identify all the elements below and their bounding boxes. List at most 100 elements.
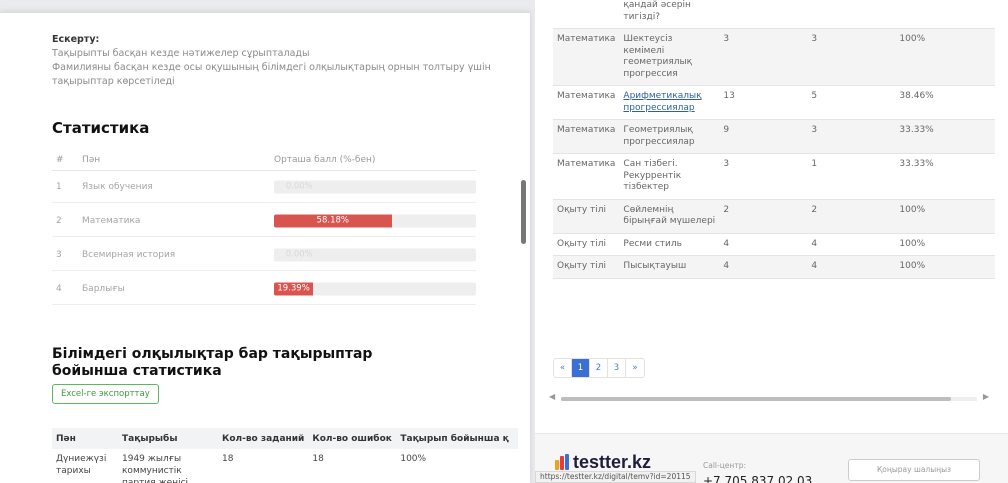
stats-header-subject: Пән [82,154,101,165]
call-button[interactable]: Қоңырау шалыңыз [848,459,980,481]
row-tasks: 2 [719,199,808,234]
stats-row-subject: Барлығы [82,283,125,294]
scroll-right-icon[interactable]: ▶ [983,392,989,401]
pagination-prev[interactable]: « [554,359,572,377]
row-percent: 100% [895,28,995,86]
row-topic-link[interactable]: Ресми стиль [619,233,720,256]
table-row: Оқыту тілі Пысықтауыш 4 4 100% [553,255,995,279]
status-url: https://testter.kz/digital/temv?id=20115 [535,471,696,483]
row-tasks: 3 [719,28,808,86]
row-errors: 1 [807,153,896,200]
row-subject [553,0,620,29]
row-percent: 38.46% [895,85,995,120]
score-bar: 19.39% [274,282,476,295]
scroll-left-icon[interactable]: ◀ [549,392,555,401]
row-topic-link[interactable]: 1949 жылғы коммунистік партия жеңісі [118,449,218,483]
horizontal-scrollbar[interactable]: ◀ ▶ [549,392,989,403]
phone-number[interactable]: +7 705 837 02 03 [703,474,812,483]
row-topic-link[interactable]: Сөйлемнің бірыңғай мүшелері [619,199,720,234]
stats-row-num: 1 [56,181,62,192]
row-subject: Математика [553,119,620,154]
logo-text: testter.kz [573,452,652,472]
stats-row: 3 Всемирная история 0.00% [52,239,476,271]
table-row: Дүниежүзі тарихы 1949 жылғы коммунистік … [52,449,518,483]
row-topic-link[interactable]: Пысықтауыш [619,255,720,279]
row-percent: 100% [895,255,995,279]
col-subject[interactable]: Пән [52,428,118,449]
stats-row-subject: Всемирная история [82,249,176,260]
score-bar-fill: 0.00% [285,249,313,259]
row-subject: Оқыту тілі [553,233,620,256]
gaps-table: Пән Тақырыбы Кол-во заданий Кол-во ошибо… [52,428,518,483]
export-excel-button[interactable]: Excel-ге экспорттау [52,384,159,404]
row-tasks: 3 [719,153,808,200]
row-topic-link[interactable]: Шектеусіз кемімелі геометриялық прогресс… [619,28,720,86]
table-row: Математика Арифметикалық прогрессиялар 13 5… [553,85,995,120]
call-center-label: Call-центр: [703,461,746,470]
col-tasks[interactable]: Кол-во заданий [218,428,309,449]
logo[interactable]: testter.kz [555,452,651,473]
row-percent: 33.33% [895,153,995,200]
row-subject: Дүниежүзі тарихы [56,454,107,476]
note-title: Ескерту: [52,34,100,45]
table-row: Оқыту тілі Сөйлемнің бірыңғай мүшелері 2 2 1… [553,199,995,234]
row-errors: 2 [807,199,896,234]
statistics-title: Статистика [52,119,150,137]
row-topic-link[interactable]: қандай әсерін тигізді? [619,0,720,29]
col-topic-percent[interactable]: Тақырып бойынша қ [396,428,518,449]
score-bar: 58.18% [274,214,476,227]
row-subject: Математика [553,28,620,86]
stats-header-num: # [56,154,64,165]
stats-row-num: 4 [56,283,62,294]
row-tasks: 9 [719,119,808,154]
pagination-page-2[interactable]: 2 [590,359,608,377]
table-row: Оқыту тілі Ресми стиль 4 4 100% [553,233,995,256]
gaps-table-continued: қандай әсерін тигізді? Математика Шектеусі… [553,0,995,279]
pagination-page-3[interactable]: 3 [608,359,626,377]
scroll-thumb[interactable] [561,397,951,401]
stats-row-subject: Математика [82,215,141,226]
pagination-page-1[interactable]: 1 [572,359,590,377]
stats-header-score: Орташа балл (%-бен) [274,154,376,165]
row-errors: 4 [807,233,896,256]
row-tasks: 13 [719,85,808,120]
right-page-panel: қандай әсерін тигізді? Математика Шектеусі… [535,0,1008,483]
row-errors: 18 [312,454,324,464]
stats-row-num: 2 [56,215,62,226]
logo-icon [555,454,569,470]
stats-row: 1 Язык обучения 0.00% [52,171,476,203]
row-percent: 100% [895,233,995,256]
row-percent [895,0,995,29]
pagination: « 1 2 3 » [553,358,645,378]
row-errors: 4 [807,255,896,279]
gaps-table-header: Пән Тақырыбы Кол-во заданий Кол-во ошибо… [52,428,518,449]
stats-row: 2 Математика 58.18% [52,205,476,237]
pagination-next[interactable]: » [626,359,644,377]
col-errors[interactable]: Кол-во ошибок [308,428,397,449]
row-errors: 3 [807,28,896,86]
row-subject: Оқыту тілі [553,199,620,234]
row-subject: Оқыту тілі [553,255,620,279]
score-bar-fill: 19.39% [274,282,314,295]
score-bar-fill: 58.18% [274,214,392,227]
table-row: Математика Шектеусіз кемімелі геометриялы… [553,28,995,86]
row-errors [807,0,896,29]
row-topic-link[interactable]: Сан тізбегі. Рекуррентік тізбектер [619,153,720,200]
score-bar: 0.00% [274,180,476,193]
score-bar-fill: 0.00% [285,181,313,191]
row-errors: 5 [807,85,896,120]
col-topic[interactable]: Тақырыбы [118,428,218,449]
stats-row: 4 Барлығы 19.39% [52,273,476,305]
score-bar: 0.00% [274,248,476,261]
note-line: Фамилияны басқан кезде осы оқушының білі… [52,62,491,87]
row-errors: 3 [807,119,896,154]
table-row: Математика Сан тізбегі. Рекуррентік тізбе… [553,153,995,200]
left-page-panel: Ескерту: Тақырыпты басқан кезде нәтижеле… [0,12,530,483]
row-percent: 100% [895,199,995,234]
row-tasks: 18 [222,454,234,464]
vertical-scrollbar[interactable] [521,180,526,244]
stats-row-num: 3 [56,249,62,260]
row-topic-link[interactable]: Геометриялық прогрессиялар [619,119,720,154]
row-topic-link[interactable]: Арифметикалық прогрессиялар [619,85,720,120]
row-percent: 100% [400,454,427,464]
